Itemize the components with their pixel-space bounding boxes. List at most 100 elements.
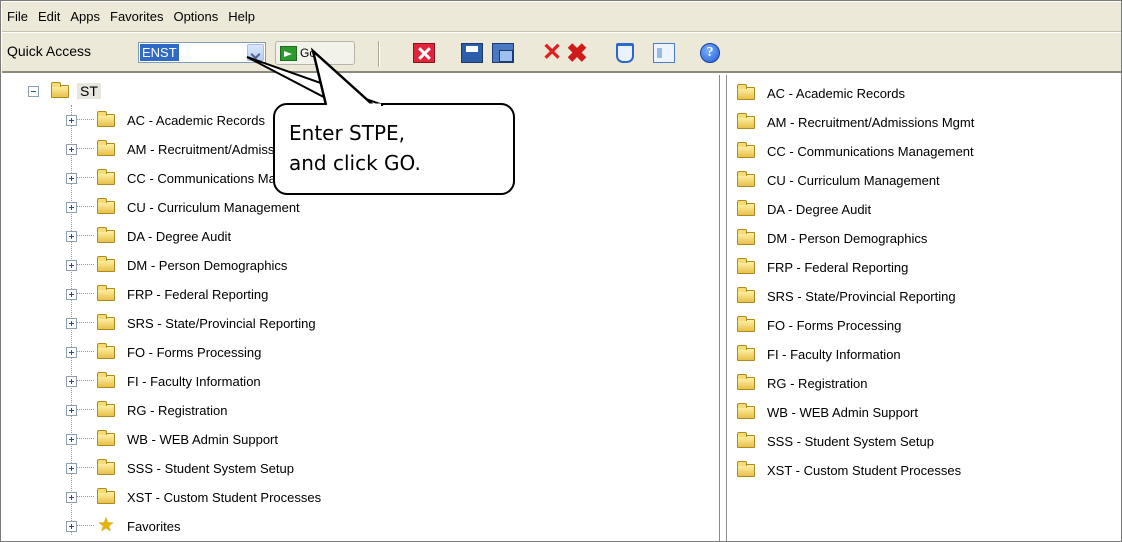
list-item-label[interactable]: XST - Custom Student Processes (767, 463, 961, 478)
delete-all-icon[interactable]: ✖ (566, 40, 588, 66)
collapse-icon[interactable] (28, 85, 39, 97)
tree-item-label[interactable]: SRS - State/Provincial Reporting (127, 316, 316, 331)
list-item[interactable]: CC - Communications Management (737, 141, 974, 161)
expand-icon[interactable] (66, 114, 77, 126)
tree-item-label[interactable]: AC - Academic Records (127, 113, 265, 128)
expand-icon[interactable] (66, 172, 77, 184)
list-item[interactable]: SRS - State/Provincial Reporting (737, 286, 956, 306)
list-item[interactable]: FO - Forms Processing (737, 315, 901, 335)
menu-file[interactable]: File (7, 9, 28, 24)
bucket-icon[interactable] (616, 43, 634, 63)
open-folder-icon (51, 81, 69, 98)
close-icon[interactable] (413, 43, 435, 63)
menu-help[interactable]: Help (228, 9, 255, 24)
list-item-label[interactable]: FRP - Federal Reporting (767, 260, 908, 275)
list-item[interactable]: FI - Faculty Information (737, 344, 901, 364)
tree-item-label[interactable]: XST - Custom Student Processes (127, 490, 321, 505)
tree-item[interactable]: CU - Curriculum Management (66, 197, 300, 217)
expand-icon[interactable] (66, 346, 77, 358)
expand-icon[interactable] (66, 259, 77, 271)
tree-item-label[interactable]: WB - WEB Admin Support (127, 432, 278, 447)
quick-access-combobox[interactable]: ENST (138, 42, 266, 63)
folder-icon (97, 226, 115, 243)
menu-options[interactable]: Options (173, 9, 218, 24)
help-icon[interactable]: ? (700, 43, 720, 63)
panel-icon[interactable] (653, 43, 675, 63)
list-item-label[interactable]: SRS - State/Provincial Reporting (767, 289, 956, 304)
menu-favorites[interactable]: Favorites (110, 9, 163, 24)
list-item[interactable]: DM - Person Demographics (737, 228, 927, 248)
list-item-label[interactable]: SSS - Student System Setup (767, 434, 934, 449)
tree-item-label[interactable]: CU - Curriculum Management (127, 200, 300, 215)
list-item[interactable]: RG - Registration (737, 373, 867, 393)
list-item-label[interactable]: DA - Degree Audit (767, 202, 871, 217)
tree-item-label[interactable]: FRP - Federal Reporting (127, 287, 268, 302)
save-icon[interactable] (461, 43, 483, 63)
folder-icon (737, 170, 755, 187)
expand-icon[interactable] (66, 201, 77, 213)
expand-icon[interactable] (66, 404, 77, 416)
list-item-label[interactable]: DM - Person Demographics (767, 231, 927, 246)
list-item-label[interactable]: AM - Recruitment/Admissions Mgmt (767, 115, 974, 130)
list-item-label[interactable]: FI - Faculty Information (767, 347, 901, 362)
tree-item[interactable]: SRS - State/Provincial Reporting (66, 313, 316, 333)
tree-item[interactable]: AC - Academic Records (66, 110, 265, 130)
tree-root-label[interactable]: ST (77, 83, 101, 99)
splitter[interactable] (719, 75, 727, 541)
expand-icon[interactable] (66, 520, 77, 532)
delete-icon[interactable]: ✕ (541, 41, 563, 65)
list-item-label[interactable]: CC - Communications Management (767, 144, 974, 159)
tree-item-label[interactable]: FI - Faculty Information (127, 374, 261, 389)
folder-icon (737, 315, 755, 332)
chevron-down-icon[interactable] (247, 44, 264, 61)
tree-item-label[interactable]: Favorites (127, 519, 180, 534)
tree-item[interactable]: DA - Degree Audit (66, 226, 231, 246)
expand-icon[interactable] (66, 230, 77, 242)
list-item[interactable]: CU - Curriculum Management (737, 170, 940, 190)
list-item-label[interactable]: FO - Forms Processing (767, 318, 901, 333)
list-item[interactable]: SSS - Student System Setup (737, 431, 934, 451)
list-item-label[interactable]: CU - Curriculum Management (767, 173, 940, 188)
tree-item-label[interactable]: RG - Registration (127, 403, 227, 418)
folder-icon (97, 429, 115, 446)
folder-icon (737, 431, 755, 448)
tree-item[interactable]: RG - Registration (66, 400, 227, 420)
list-item[interactable]: WB - WEB Admin Support (737, 402, 918, 422)
list-item[interactable]: FRP - Federal Reporting (737, 257, 908, 277)
folder-icon (97, 139, 115, 156)
tree-item[interactable]: XST - Custom Student Processes (66, 487, 321, 507)
expand-icon[interactable] (66, 375, 77, 387)
tree-item[interactable]: WB - WEB Admin Support (66, 429, 278, 449)
tree-item[interactable]: FI - Faculty Information (66, 371, 261, 391)
tree-item-label[interactable]: FO - Forms Processing (127, 345, 261, 360)
tree-root-node[interactable]: ST (28, 81, 101, 101)
tree-item-label[interactable]: DM - Person Demographics (127, 258, 287, 273)
folder-icon (737, 344, 755, 361)
tree-item[interactable]: DM - Person Demographics (66, 255, 287, 275)
list-item[interactable]: DA - Degree Audit (737, 199, 871, 219)
list-item-label[interactable]: RG - Registration (767, 376, 867, 391)
tree-item[interactable]: FO - Forms Processing (66, 342, 261, 362)
expand-icon[interactable] (66, 317, 77, 329)
save-all-icon[interactable] (492, 43, 514, 63)
folder-icon (97, 371, 115, 388)
expand-icon[interactable] (66, 143, 77, 155)
menu-edit[interactable]: Edit (38, 9, 60, 24)
list-item[interactable]: AM - Recruitment/Admissions Mgmt (737, 112, 974, 132)
go-button[interactable]: Go (275, 41, 355, 65)
list-item-label[interactable]: WB - WEB Admin Support (767, 405, 918, 420)
list-item[interactable]: XST - Custom Student Processes (737, 460, 961, 480)
list-item[interactable]: AC - Academic Records (737, 83, 905, 103)
expand-icon[interactable] (66, 288, 77, 300)
menu-apps[interactable]: Apps (70, 9, 100, 24)
list-item-label[interactable]: AC - Academic Records (767, 86, 905, 101)
tree-item-label[interactable]: DA - Degree Audit (127, 229, 231, 244)
expand-icon[interactable] (66, 433, 77, 445)
expand-icon[interactable] (66, 462, 77, 474)
tree-item[interactable]: SSS - Student System Setup (66, 458, 294, 478)
quick-access-value[interactable]: ENST (140, 44, 179, 61)
tree-item[interactable]: FRP - Federal Reporting (66, 284, 268, 304)
tree-item-favorites[interactable]: ★ Favorites (66, 516, 180, 536)
tree-item-label[interactable]: SSS - Student System Setup (127, 461, 294, 476)
expand-icon[interactable] (66, 491, 77, 503)
